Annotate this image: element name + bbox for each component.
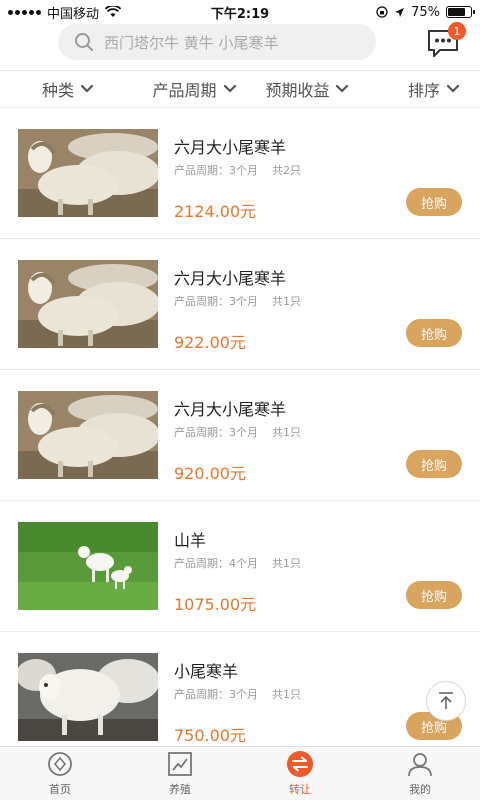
product-card[interactable]: 六月大小尾寒羊 产品周期：3个月 共1只 922.00元 抢购 <box>0 239 480 370</box>
product-period: 产品周期：3个月 <box>174 688 258 701</box>
product-title: 小尾寒羊 <box>174 662 239 681</box>
product-card[interactable]: 六月大小尾寒羊 产品周期：3个月 共2只 2124.00元 抢购 <box>0 108 480 239</box>
buy-button[interactable]: 抢购 <box>406 450 462 478</box>
message-badge: 1 <box>448 22 466 40</box>
tab-transfer[interactable]: 转让 <box>240 747 360 800</box>
tab-label: 我的 <box>409 783 431 796</box>
filter-sort[interactable]: 排序 <box>364 77 480 101</box>
product-meta: 产品周期：4个月 共1只 <box>174 555 301 571</box>
product-card[interactable]: 六月大小尾寒羊 产品周期：3个月 共1只 920.00元 抢购 <box>0 370 480 501</box>
search-icon <box>75 33 93 51</box>
product-meta: 产品周期：3个月 共1只 <box>174 424 301 440</box>
product-price: 1075.00元 <box>174 595 257 614</box>
buy-button[interactable]: 抢购 <box>406 581 462 609</box>
product-list[interactable]: 六月大小尾寒羊 产品周期：3个月 共2只 2124.00元 抢购 六月大小尾寒羊 … <box>0 108 480 746</box>
battery-percent: 75% <box>411 4 440 20</box>
buy-button[interactable]: 抢购 <box>406 188 462 216</box>
product-card[interactable]: 山羊 产品周期：4个月 共1只 1075.00元 抢购 <box>0 501 480 632</box>
product-price: 922.00元 <box>174 333 246 352</box>
search-input[interactable]: 西门塔尔牛 黄牛 小尾寒羊 <box>58 24 376 60</box>
product-meta: 产品周期：3个月 共1只 <box>174 293 301 309</box>
location-icon <box>395 7 405 17</box>
header: 西门塔尔牛 黄牛 小尾寒羊 1 <box>0 22 480 70</box>
filter-label: 种类 <box>42 81 75 100</box>
goats-on-grass-image <box>18 522 158 610</box>
product-price: 920.00元 <box>174 464 246 483</box>
tab-bar: 首页 养殖 转让 我的 <box>0 746 480 800</box>
arrow-up-icon <box>439 692 453 709</box>
product-title: 六月大小尾寒羊 <box>174 269 287 288</box>
product-card[interactable]: 小尾寒羊 产品周期：3个月 共1只 750.00元 抢购 <box>0 632 480 746</box>
filter-label: 产品周期 <box>152 81 217 100</box>
tab-farming[interactable]: 养殖 <box>120 747 240 800</box>
filter-category[interactable]: 种类 <box>0 77 138 101</box>
battery-icon <box>446 6 475 18</box>
product-period: 产品周期：3个月 <box>174 295 258 308</box>
filter-label: 预期收益 <box>265 81 330 100</box>
wifi-icon <box>105 6 122 17</box>
product-price: 750.00元 <box>174 726 246 745</box>
buy-button[interactable]: 抢购 <box>406 319 462 347</box>
sheep-flock-image <box>18 260 158 348</box>
chevron-down-icon <box>336 84 349 93</box>
filter-expected-return[interactable]: 预期收益 <box>251 77 364 101</box>
transfer-icon <box>286 750 314 778</box>
product-title: 山羊 <box>174 531 207 550</box>
status-time: 下午2:19 <box>210 6 270 22</box>
signal-icon <box>8 9 41 15</box>
chevron-down-icon <box>223 84 236 93</box>
product-count: 共2只 <box>272 164 301 177</box>
product-title: 六月大小尾寒羊 <box>174 138 287 157</box>
sheep-pen-image <box>18 653 158 741</box>
chevron-down-icon <box>80 84 94 93</box>
product-count: 共1只 <box>272 557 301 570</box>
carrier-label: 中国移动 <box>47 6 100 22</box>
product-price: 2124.00元 <box>174 202 257 221</box>
product-count: 共1只 <box>272 426 301 439</box>
product-count: 共1只 <box>272 295 301 308</box>
battery-fill <box>448 8 465 16</box>
status-right: 75% <box>312 4 475 20</box>
product-period: 产品周期：4个月 <box>174 557 258 570</box>
search-placeholder: 西门塔尔牛 黄牛 小尾寒羊 <box>104 33 279 52</box>
product-title: 六月大小尾寒羊 <box>174 400 287 419</box>
orientation-lock-icon <box>376 6 388 18</box>
chevron-down-icon <box>446 84 460 93</box>
chart-icon <box>166 750 194 778</box>
filter-bar: 种类 产品周期 预期收益 排序 <box>0 70 480 108</box>
filter-period[interactable]: 产品周期 <box>138 77 251 101</box>
message-button[interactable]: 1 <box>426 22 466 58</box>
product-period: 产品周期：3个月 <box>174 164 258 177</box>
sheep-flock-image <box>18 129 158 217</box>
tab-label: 养殖 <box>169 783 191 796</box>
tab-label: 转让 <box>289 783 311 796</box>
tab-label: 首页 <box>49 783 71 796</box>
sheep-flock-image <box>18 391 158 479</box>
status-left: 中国移动 <box>8 3 168 22</box>
tab-profile[interactable]: 我的 <box>360 747 480 800</box>
user-icon <box>406 750 434 778</box>
back-to-top-button[interactable] <box>426 681 466 721</box>
product-count: 共1只 <box>272 688 301 701</box>
filter-label: 排序 <box>407 81 440 100</box>
home-icon <box>46 750 74 778</box>
status-bar: 中国移动 下午2:19 75% <box>0 0 480 24</box>
product-meta: 产品周期：3个月 共1只 <box>174 686 301 702</box>
product-meta: 产品周期：3个月 共2只 <box>174 162 301 178</box>
product-period: 产品周期：3个月 <box>174 426 258 439</box>
tab-home[interactable]: 首页 <box>0 747 120 800</box>
